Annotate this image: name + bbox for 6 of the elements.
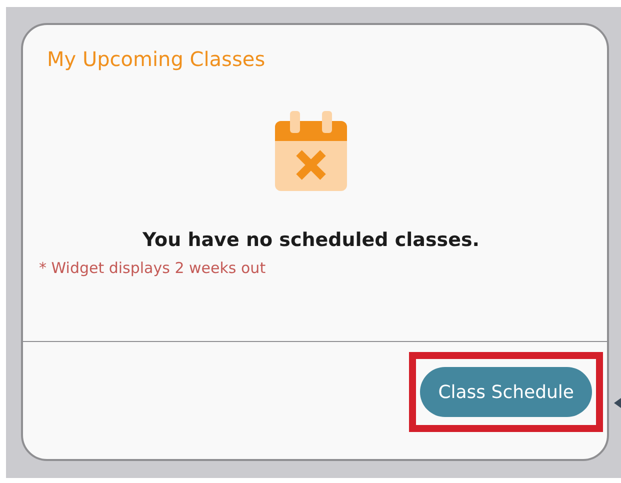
widget-title: My Upcoming Classes bbox=[47, 47, 266, 71]
calendar-x-icon bbox=[275, 111, 347, 193]
empty-message: You have no scheduled classes. bbox=[142, 229, 480, 251]
class-schedule-button[interactable]: Class Schedule bbox=[420, 367, 592, 417]
pointer-arrow-icon bbox=[614, 398, 621, 408]
note-text: * Widget displays 2 weeks out bbox=[39, 259, 266, 277]
